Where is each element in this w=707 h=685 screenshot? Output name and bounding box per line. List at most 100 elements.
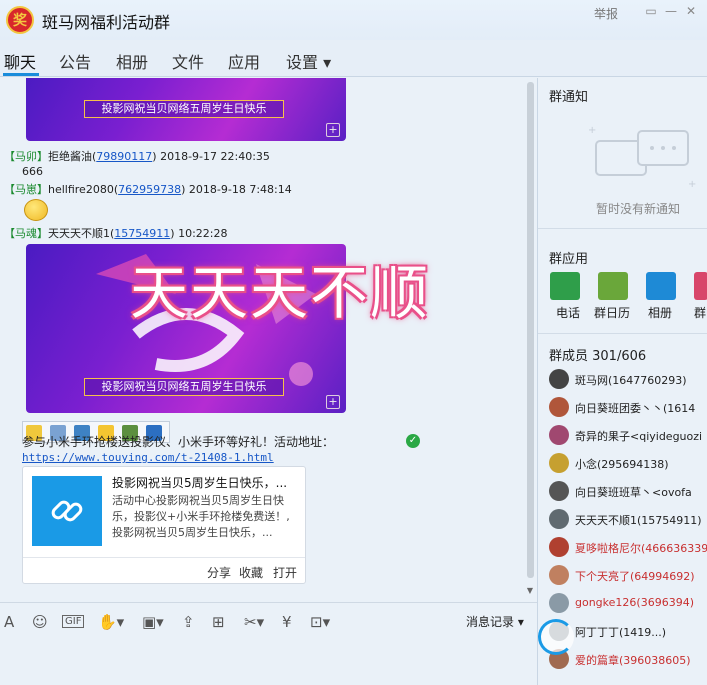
- open-button[interactable]: 打开: [273, 564, 297, 581]
- avatar[interactable]: [549, 593, 569, 613]
- scroll-down-arrow-icon[interactable]: ▼: [524, 586, 536, 598]
- album-app-label[interactable]: 相册: [648, 304, 672, 321]
- tab-settings[interactable]: 设置 ▾: [286, 49, 331, 73]
- loading-spinner-icon: [538, 619, 574, 655]
- divider: [538, 333, 707, 334]
- member-name: 向日葵班班草丶<ovofa: [575, 486, 692, 499]
- member-item[interactable]: 爱的篇章(396038605): [549, 649, 707, 669]
- close-icon[interactable]: ✕: [684, 4, 698, 18]
- report-link[interactable]: 举报: [594, 5, 618, 22]
- svg-text:+: +: [688, 179, 696, 190]
- gif-icon[interactable]: GIF: [62, 615, 85, 628]
- svg-text:+: +: [588, 125, 596, 136]
- member-name: 夏哆啦格尼尔(466636339): [575, 542, 707, 555]
- message-history-button[interactable]: 消息记录 ▾: [466, 613, 524, 630]
- avatar[interactable]: [549, 565, 569, 585]
- gift-icon[interactable]: ⊞: [212, 613, 225, 631]
- favorite-button[interactable]: 收藏: [239, 564, 263, 581]
- input-toolbar: A ☺ GIF ✋▾ ▣▾ ⇪ ⊞ ✂▾ ¥ ⊡▾: [0, 602, 537, 640]
- card-description: 活动中心投影网祝当贝5周岁生日快乐，投影仪+小米手环抢楼免费送！,投影网祝当贝5…: [112, 494, 290, 539]
- message-text: 参与小米手环抢楼送投影仪、小米手环等好礼！活动地址：: [22, 435, 335, 449]
- active-tab-indicator: [3, 73, 39, 76]
- notice-header: 群通知: [549, 90, 589, 105]
- member-name: 向日葵班团委丶丶(1614: [575, 402, 696, 415]
- banner-image-top[interactable]: 投影网祝当贝网络五周岁生日快乐 +: [26, 78, 346, 141]
- tab-chat[interactable]: 聊天: [4, 49, 36, 73]
- empty-notice-text: 暂时没有新通知: [596, 202, 681, 216]
- emoji-icon[interactable]: ☺: [32, 613, 48, 631]
- smile-emoji-icon: [24, 199, 48, 221]
- message-header: 【马崽】hellfire2080(762959738) 2018-9-18 7:…: [4, 183, 292, 196]
- right-panel: 群通知 + + 暂时没有新通知 群应用 电话 群日历 相册 群 群成员 301/6…: [537, 78, 707, 685]
- avatar[interactable]: [549, 537, 569, 557]
- scissors-icon[interactable]: ✂▾: [244, 613, 264, 631]
- member-name: gongke126(3696394): [575, 596, 694, 609]
- phone-app-label[interactable]: 电话: [556, 304, 580, 321]
- member-item[interactable]: 斑马网(1647760293): [549, 369, 707, 389]
- tab-files[interactable]: 文件: [172, 49, 204, 73]
- phone-app-icon[interactable]: [550, 272, 580, 300]
- member-item[interactable]: 向日葵班班草丶<ovofa: [549, 481, 707, 501]
- member-item[interactable]: 天天天不顺1(15754911): [549, 509, 707, 529]
- zoom-icon[interactable]: +: [326, 123, 340, 137]
- avatar[interactable]: [549, 397, 569, 417]
- verified-icon: ✓: [406, 434, 420, 448]
- zoom-icon[interactable]: +: [326, 395, 340, 409]
- tab-album[interactable]: 相册: [116, 49, 148, 73]
- member-name: 斑马网(1647760293): [575, 374, 687, 387]
- banner-caption: 投影网祝当贝网络五周岁生日快乐: [84, 378, 284, 396]
- image-icon[interactable]: ▣▾: [142, 613, 164, 631]
- magic-emoji-icon[interactable]: ✋▾: [98, 613, 124, 631]
- member-item[interactable]: gongke126(3696394): [549, 593, 707, 613]
- message-input[interactable]: [0, 640, 537, 685]
- share-button[interactable]: 分享: [207, 564, 231, 581]
- member-item[interactable]: 下个天亮了(64994692): [549, 565, 707, 585]
- card-footer: 分享 收藏 打开: [23, 557, 305, 584]
- member-item[interactable]: 奇异的果子<qiyideguozi: [549, 425, 707, 445]
- tab-apps[interactable]: 应用: [228, 49, 260, 73]
- message-header: 【马魂】天天天不顺1(15754911) 10:22:28: [4, 227, 228, 240]
- link-card[interactable]: 投影网祝当贝5周岁生日快乐，... 活动中心投影网祝当贝5周岁生日快乐，投影仪+…: [22, 466, 306, 584]
- upload-icon[interactable]: ⇪: [182, 613, 195, 631]
- avatar[interactable]: [549, 481, 569, 501]
- message-header: 【马卯】拒绝酱油(79890117) 2018-9-17 22:40:35: [4, 150, 270, 163]
- minimize-icon[interactable]: —: [664, 4, 678, 18]
- member-name: 小念(295694138): [575, 458, 669, 471]
- avatar[interactable]: [549, 369, 569, 389]
- member-name: 爱的篇章(396038605): [575, 654, 691, 667]
- message-text: 666: [22, 165, 43, 178]
- member-item[interactable]: 向日葵班团委丶丶(1614: [549, 397, 707, 417]
- tab-bar: 聊天 公告 相册 文件 应用 设置 ▾: [0, 40, 707, 77]
- overlay-text: 天天天不顺: [130, 259, 431, 327]
- font-icon[interactable]: A: [4, 613, 14, 631]
- album-app-icon[interactable]: [646, 272, 676, 300]
- link-icon: [32, 476, 102, 546]
- group-app-label[interactable]: 群: [694, 304, 706, 321]
- chain-link-icon: [51, 500, 83, 522]
- member-name: 奇异的果子<qiyideguozi: [575, 430, 703, 443]
- tab-announcement[interactable]: 公告: [59, 49, 91, 73]
- member-name: 下个天亮了(64994692): [575, 570, 695, 583]
- card-title: 投影网祝当贝5周岁生日快乐，...: [112, 476, 288, 490]
- scrollbar-thumb[interactable]: [527, 82, 534, 578]
- calendar-app-label[interactable]: 群日历: [594, 304, 630, 321]
- member-name: 阿丁丁丁(1419...): [575, 626, 667, 639]
- window-controls: ▭ — ✕: [632, 4, 707, 20]
- member-item[interactable]: 小念(295694138): [549, 453, 707, 473]
- apps-header: 群应用: [549, 252, 589, 267]
- banner-caption: 投影网祝当贝网络五周岁生日快乐: [84, 100, 284, 118]
- group-logo: 奖: [6, 6, 34, 34]
- red-packet-icon[interactable]: ¥: [282, 613, 292, 631]
- avatar[interactable]: [549, 509, 569, 529]
- skin-icon[interactable]: ▭: [644, 4, 658, 18]
- divider: [538, 228, 707, 229]
- calendar-app-icon[interactable]: [598, 272, 628, 300]
- member-item[interactable]: 夏哆啦格尼尔(466636339): [549, 537, 707, 557]
- more-icon[interactable]: ⊡▾: [310, 613, 330, 631]
- group-app-icon[interactable]: [694, 272, 707, 300]
- avatar[interactable]: [549, 425, 569, 445]
- avatar[interactable]: [549, 453, 569, 473]
- member-name: 天天天不顺1(15754911): [575, 514, 702, 527]
- empty-notice-icon: ++: [588, 125, 696, 190]
- activity-link[interactable]: https://www.touying.com/t-21408-1.html: [22, 451, 274, 464]
